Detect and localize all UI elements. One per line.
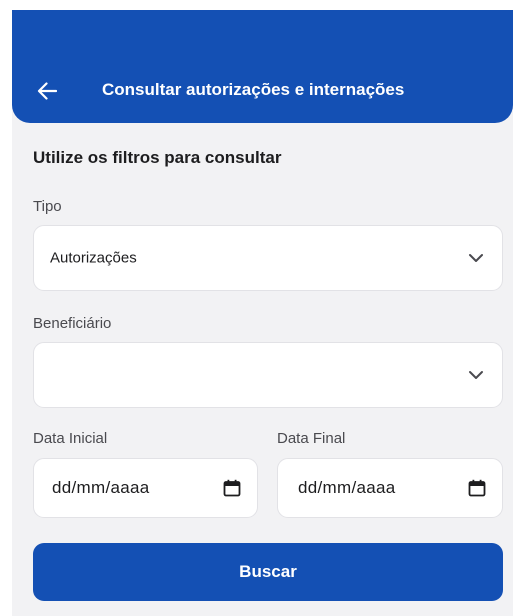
filters-heading: Utilize os filtros para consultar <box>33 148 282 167</box>
search-button-label: Buscar <box>239 562 297 581</box>
app-screen: Consultar autorizações e internações Uti… <box>12 10 513 616</box>
data-inicial-label: Data Inicial <box>33 430 108 447</box>
beneficiario-label: Beneficiário <box>33 315 112 332</box>
tipo-select[interactable]: Autorizações <box>33 225 503 291</box>
data-inicial-placeholder: dd/mm/aaaa <box>52 478 150 497</box>
tipo-select-value: Autorizações <box>50 249 137 267</box>
page-title: Consultar autorizações e internações <box>102 80 405 99</box>
chevron-down-icon <box>469 371 483 379</box>
data-final-label: Data Final <box>277 430 346 447</box>
data-inicial-field[interactable]: dd/mm/aaaa <box>33 458 258 518</box>
tipo-label: Tipo <box>33 198 62 215</box>
data-final-field[interactable]: dd/mm/aaaa <box>277 458 503 518</box>
app-frame: Consultar autorizações e internações Uti… <box>0 0 513 616</box>
beneficiario-select[interactable] <box>33 342 503 408</box>
data-final-placeholder: dd/mm/aaaa <box>298 478 396 497</box>
calendar-icon[interactable] <box>223 479 241 497</box>
calendar-icon[interactable] <box>468 479 486 497</box>
app-header: Consultar autorizações e internações <box>12 10 513 123</box>
search-button[interactable]: Buscar <box>33 543 503 601</box>
arrow-left-icon <box>37 82 57 100</box>
chevron-down-icon <box>469 254 483 262</box>
back-button[interactable] <box>32 76 62 106</box>
